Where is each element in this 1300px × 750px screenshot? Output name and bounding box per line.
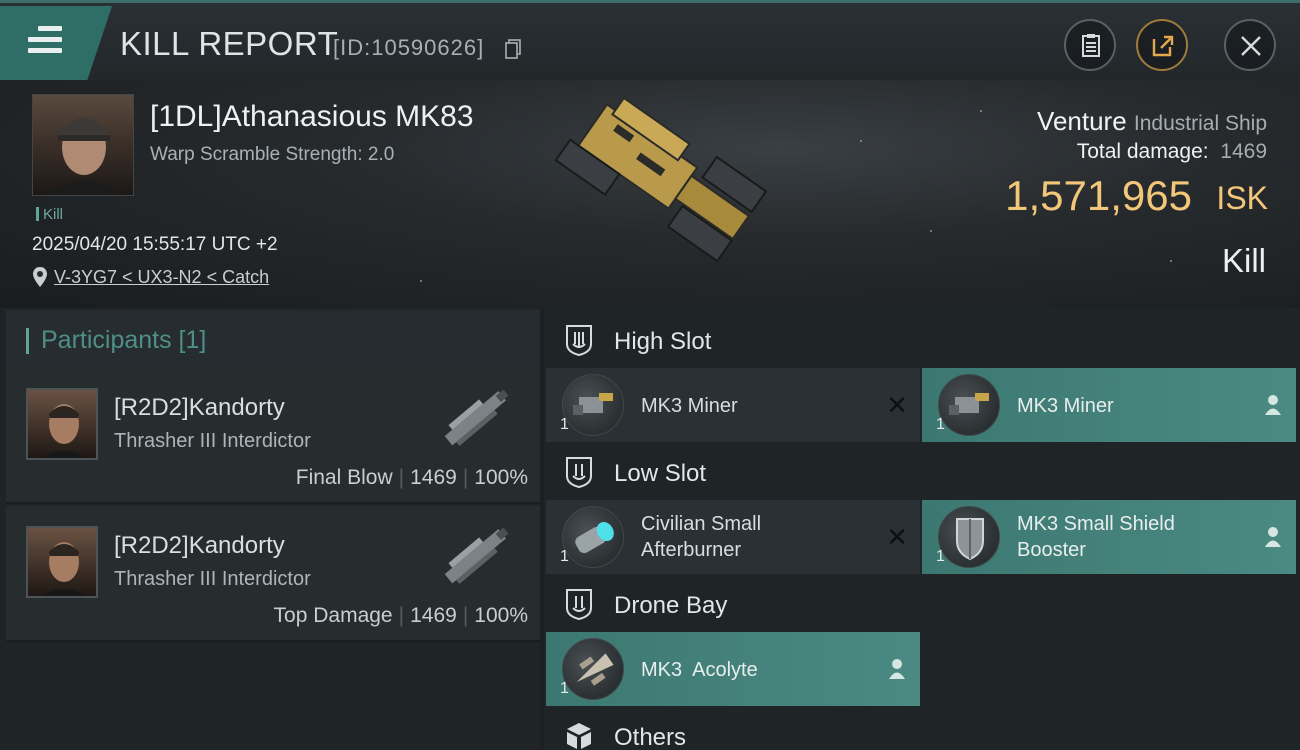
drone-bay-title: Drone Bay xyxy=(614,592,728,619)
victim-avatar-image xyxy=(45,118,123,195)
fitting-panel: High Slot 1 MK3 Miner ✕ 1 MK3 Miner Low … xyxy=(544,308,1300,750)
ship-render xyxy=(554,96,768,263)
cube-icon xyxy=(567,723,591,749)
participant-ship-icon xyxy=(444,527,509,584)
participant-stats: Top Damage | 1469 | 100% xyxy=(273,604,528,627)
ship-name[interactable]: Venture Industrial Ship xyxy=(1037,106,1267,137)
result-label: Kill xyxy=(1221,242,1266,279)
report-id: [ID:10590626] xyxy=(333,35,485,60)
participant-name[interactable]: [R2D2]Kandorty xyxy=(114,394,285,422)
module-item[interactable]: 1 MK3 Miner ✕ xyxy=(546,368,920,442)
participants-title: Participants [1] xyxy=(41,326,207,354)
high-slot-title: High Slot xyxy=(614,328,712,355)
copy-icon[interactable] xyxy=(505,39,521,59)
timestamp: 2025/04/20 15:55:17 UTC +2 xyxy=(32,234,278,255)
module-item[interactable]: 1 MK3 Acolyte xyxy=(546,632,920,706)
menu-button[interactable] xyxy=(0,6,112,80)
warp-scramble-strength: Warp Scramble Strength: 2.0 xyxy=(150,144,395,165)
location-link[interactable]: V-3YG7 < UX3-N2 < Catch xyxy=(54,267,269,288)
low-slot-title: Low Slot xyxy=(614,460,707,487)
isk-unit: ISK xyxy=(1216,180,1268,216)
victim-portrait[interactable] xyxy=(32,94,134,196)
kill-tag: Kill xyxy=(36,206,63,223)
share-button[interactable] xyxy=(1136,19,1188,71)
isk-value: 1,571,965 xyxy=(1005,172,1192,219)
participant-stats: Final Blow | 1469 | 100% xyxy=(295,466,528,489)
person-icon xyxy=(1265,527,1281,547)
participant-ship: Thrasher III Interdictor xyxy=(114,568,311,590)
module-name: MK3 Miner xyxy=(641,395,738,417)
total-damage: Total damage: 1469 xyxy=(1076,140,1267,163)
participant-avatar[interactable] xyxy=(26,526,98,598)
clipboard-icon xyxy=(1082,34,1100,57)
person-icon xyxy=(1265,395,1281,415)
miner-icon xyxy=(938,374,1000,436)
close-icon xyxy=(1241,36,1261,56)
afterburner-icon xyxy=(562,506,624,568)
x-mark-icon: ✕ xyxy=(886,522,908,552)
slot-shield-icon xyxy=(566,457,592,488)
drone-icon xyxy=(562,638,624,700)
shield-booster-icon xyxy=(938,506,1000,568)
module-name: MK3 Acolyte xyxy=(641,659,758,681)
participants-header: Participants [1] xyxy=(6,310,540,368)
close-button[interactable] xyxy=(1224,19,1276,71)
victim-name[interactable]: [1DL]Athanasious MK83 xyxy=(150,100,474,134)
participant-name[interactable]: [R2D2]Kandorty xyxy=(114,532,285,560)
others-title: Others xyxy=(614,724,687,750)
participant-ship-icon xyxy=(444,389,509,446)
clipboard-button[interactable] xyxy=(1064,19,1116,71)
participant-avatar[interactable] xyxy=(26,388,98,460)
drone-bay-header: Drone Bay xyxy=(544,574,1300,634)
slot-shield-icon xyxy=(566,589,592,620)
module-name: Civilian Small Afterburner xyxy=(641,513,762,561)
module-item[interactable]: 1 Civilian Small Afterburner ✕ xyxy=(546,500,920,574)
menu-icon xyxy=(28,26,62,58)
module-name: MK3 Miner xyxy=(1017,395,1114,417)
person-icon xyxy=(889,659,905,679)
participant-row[interactable]: [R2D2]Kandorty Thrasher III Interdictor … xyxy=(6,368,540,504)
kill-summary: [1DL]Athanasious MK83 Warp Scramble Stre… xyxy=(0,80,1300,308)
x-mark-icon: ✕ xyxy=(886,390,908,420)
top-bar: KILL REPORT [ID:10590626] xyxy=(0,0,1300,80)
share-icon xyxy=(1152,35,1174,57)
participants-panel: Participants [1] [R2D2]Kandorty Thrasher… xyxy=(0,308,540,750)
module-item[interactable]: 1 MK3 Small Shield Booster xyxy=(922,500,1296,574)
participant-ship: Thrasher III Interdictor xyxy=(114,430,311,452)
page-title: KILL REPORT xyxy=(120,25,339,62)
slot-shield-icon xyxy=(566,325,592,356)
others-header: Others xyxy=(544,706,1300,750)
low-slot-header: Low Slot xyxy=(544,442,1300,502)
miner-icon xyxy=(562,374,624,436)
module-name: MK3 Small Shield Booster xyxy=(1017,513,1175,561)
module-item[interactable]: 1 MK3 Miner xyxy=(922,368,1296,442)
location-pin-icon xyxy=(33,267,47,287)
participant-row[interactable]: [R2D2]Kandorty Thrasher III Interdictor … xyxy=(6,506,540,642)
high-slot-header: High Slot xyxy=(544,310,1300,370)
